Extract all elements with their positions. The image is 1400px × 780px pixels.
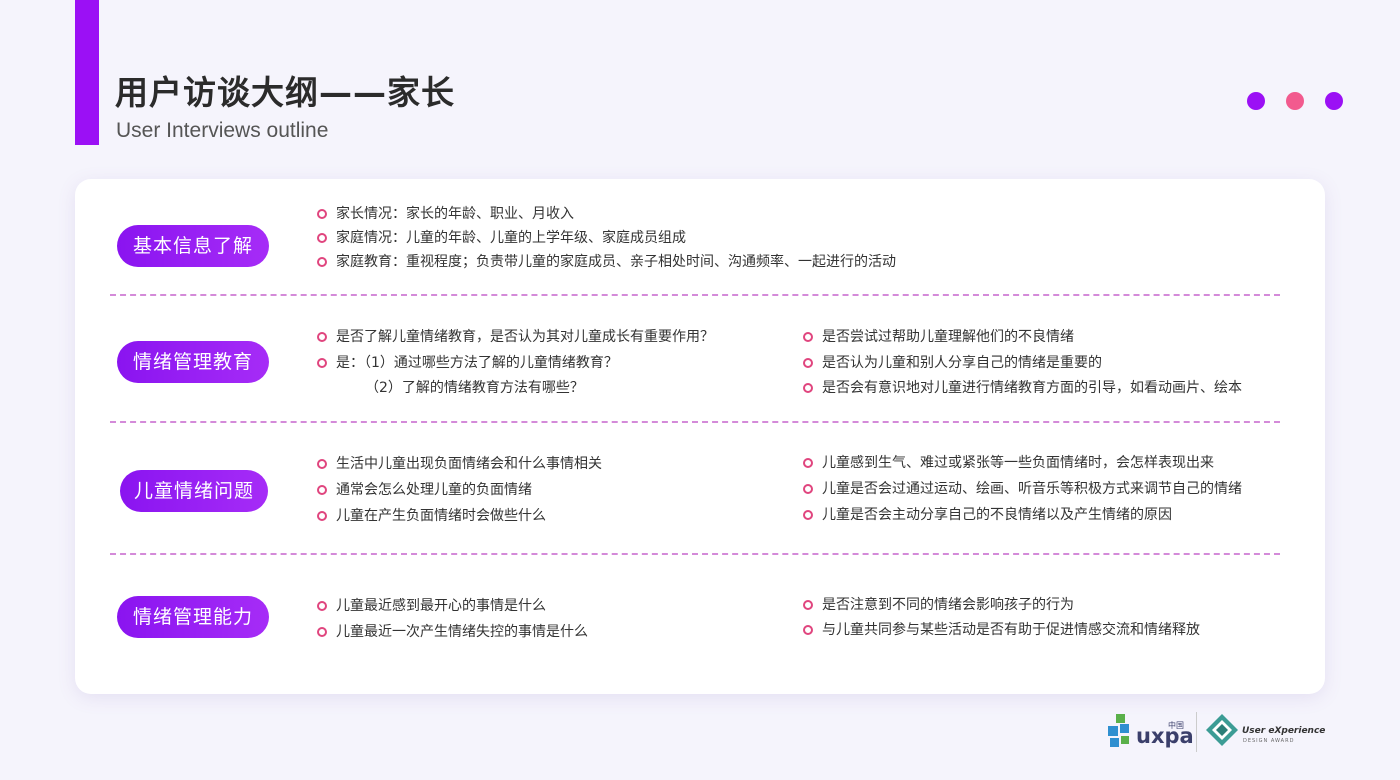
list-item: 儿童最近感到最开心的事情是什么 [317,596,546,616]
list-item: 家庭教育：重视程度；负责带儿童的家庭成员、亲子相处时间、沟通频率、一起进行的活动 [317,252,896,272]
list-item: 是否会有意识地对儿童进行情绪教育方面的引导，如看动画片、绘本 [803,378,1242,398]
list-item: 儿童最近一次产生情绪失控的事情是什么 [317,622,588,642]
logo-separator [1196,712,1197,752]
outline-card: 基本信息了解 家长情况：家长的年龄、职业、月收入 家庭情况：儿童的年龄、儿童的上… [75,179,1325,694]
list-item: 是否尝试过帮助儿童理解他们的不良情绪 [803,327,1074,347]
list-item: 与儿童共同参与某些活动是否有助于促进情感交流和情绪释放 [803,620,1200,640]
bullet-icon [803,510,813,520]
ux-award-title: User eXperience [1242,726,1326,736]
bullet-icon [803,358,813,368]
list-item: 家庭情况：儿童的年龄、儿童的上学年级、家庭成员组成 [317,228,686,248]
list-item: 是否认为儿童和别人分享自己的情绪是重要的 [803,353,1102,373]
list-item: 儿童在产生负面情绪时会做些什么 [317,506,546,526]
list-item: 儿童感到生气、难过或紧张等一些负面情绪时，会怎样表现出来 [803,453,1214,473]
dot-2 [1286,92,1304,110]
dot-1 [1247,92,1265,110]
ux-award-logo-icon [1206,714,1238,746]
list-item: 家长情况：家长的年龄、职业、月收入 [317,204,574,224]
bullet-icon [317,332,327,342]
ux-award-subtitle: DESIGN AWARD [1243,738,1295,744]
list-item: 儿童是否会过通过运动、绘画、听音乐等积极方式来调节自己的情绪 [803,479,1242,499]
uxpa-logo-icon [1108,714,1129,747]
bullet-icon [317,358,327,368]
section-label: 情绪管理能力 [117,596,269,638]
bullet-icon [317,233,327,243]
bullet-icon [317,627,327,637]
bullet-icon [803,458,813,468]
page-title: 用户访谈大纲——家长 [115,73,455,112]
list-item: 是：（1）通过哪些方法了解的儿童情绪教育？ [317,353,618,373]
bullet-icon [317,485,327,495]
bullet-icon [803,625,813,635]
list-item: 生活中儿童出现负面情绪会和什么事情相关 [317,454,602,474]
bullet-icon [317,511,327,521]
dot-3 [1325,92,1343,110]
section-label: 儿童情绪问题 [120,470,268,512]
uxpa-logo-cn: 中国 [1168,721,1184,730]
list-item-continuation: （2）了解的情绪教育方法有哪些？ [365,380,584,396]
bullet-icon [803,383,813,393]
section-label: 情绪管理教育 [117,341,269,383]
section-divider [110,294,1280,296]
list-item: 是否注意到不同的情绪会影响孩子的行为 [803,595,1074,615]
bullet-icon [803,600,813,610]
uxpa-logo-text: uxpa [1136,724,1194,748]
list-item: 通常会怎么处理儿童的负面情绪 [317,480,532,500]
bullet-icon [803,332,813,342]
section-label: 基本信息了解 [117,225,269,267]
bullet-icon [803,484,813,494]
list-item: 儿童是否会主动分享自己的不良情绪以及产生情绪的原因 [803,505,1172,525]
page-subtitle: User Interviews outline [116,119,329,142]
section-divider [110,553,1280,555]
list-item: 是否了解儿童情绪教育，是否认为其对儿童成长有重要作用？ [317,327,714,347]
section-divider [110,421,1280,423]
accent-bar [75,0,99,145]
bullet-icon [317,209,327,219]
bullet-icon [317,257,327,267]
footer-logos: uxpa 中国 User eXperience DESIGN AWARD [1106,710,1325,756]
bullet-icon [317,459,327,469]
decorative-dots [1247,92,1343,110]
bullet-icon [317,601,327,611]
